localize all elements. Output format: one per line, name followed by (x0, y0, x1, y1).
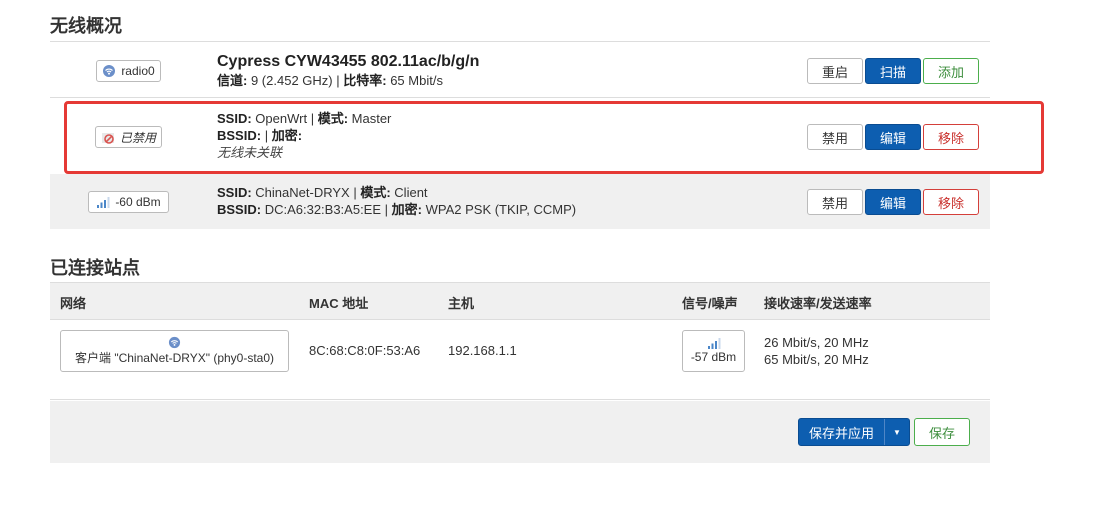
station-mac: 8C:68:C8:0F:53:A6 (309, 343, 421, 358)
table-row: 客户端 "ChinaNet-DRYX" (phy0-sta0) 8C:68:C8… (50, 320, 990, 400)
signal-bars-icon (96, 195, 110, 209)
station-rates: 26 Mbit/s, 20 MHz 65 Mbit/s, 20 MHz (764, 334, 869, 368)
save-apply-group: 保存并应用 ▼ (798, 418, 910, 446)
save-apply-dropdown-icon[interactable]: ▼ (885, 419, 909, 445)
bitrate-value: 65 Mbit/s (390, 73, 443, 88)
radio-badge-label: radio0 (121, 64, 155, 78)
col-signal: 信号/噪声 (682, 296, 738, 311)
station-tx-rate: 65 Mbit/s, 20 MHz (764, 352, 869, 367)
wireless-overview-panel: radio0 Cypress CYW43455 802.11ac/b/g/n 信… (50, 41, 990, 229)
station-network-badge: 客户端 "ChinaNet-DRYX" (phy0-sta0) (60, 330, 289, 372)
station-host: 192.168.1.1 (448, 343, 517, 358)
wifi-radio-icon (61, 336, 288, 349)
mode-value: Client (394, 185, 428, 200)
channel-label: 信道: (217, 73, 248, 88)
col-host: 主机 (448, 296, 475, 311)
enc-label: 加密: (391, 202, 422, 217)
signal-badge: -60 dBm (88, 191, 169, 213)
network-info-chinanet: SSID: ChinaNet-DRYX | 模式: Client BSSID: … (217, 185, 577, 217)
channel-value: 9 (2.452 GHz) (250, 73, 333, 88)
col-rate: 接收速率/发送速率 (764, 296, 872, 311)
wifi-radio-icon (102, 64, 116, 78)
radio-row: radio0 Cypress CYW43455 802.11ac/b/g/n 信… (50, 42, 990, 98)
radio-info: Cypress CYW43455 802.11ac/b/g/n 信道: 9 (2… (217, 53, 480, 88)
signal-badge-label: -60 dBm (115, 195, 161, 209)
remove-button[interactable]: 移除 (923, 189, 979, 215)
station-network-label: 客户端 "ChinaNet-DRYX" (phy0-sta0) (74, 351, 275, 365)
save-apply-button[interactable]: 保存并应用 (799, 419, 885, 445)
form-actions: 保存并应用 ▼ 保存 (50, 401, 990, 463)
station-signal-label: -57 dBm (690, 350, 737, 364)
edit-button[interactable]: 编辑 (865, 189, 921, 215)
add-button[interactable]: 添加 (923, 58, 979, 84)
bitrate-label: 比特率: (343, 73, 387, 88)
col-mac: MAC 地址 (309, 296, 369, 311)
bssid-value: DC:A6:32:B3:A5:EE (264, 202, 382, 217)
connected-stations-title: 已连接站点 (50, 258, 140, 278)
station-rx-rate: 26 Mbit/s, 20 MHz (764, 335, 869, 350)
save-button[interactable]: 保存 (914, 418, 970, 446)
disable-button[interactable]: 禁用 (807, 189, 863, 215)
highlight-box (64, 101, 1044, 174)
col-network: 网络 (60, 296, 87, 311)
ssid-value: ChinaNet-DRYX (255, 185, 350, 200)
bssid-label: BSSID: (217, 202, 262, 217)
wireless-overview-title: 无线概况 (50, 16, 122, 36)
mode-label: 模式: (360, 185, 391, 200)
scan-button[interactable]: 扫描 (865, 58, 921, 84)
restart-button[interactable]: 重启 (807, 58, 863, 84)
ssid-label: SSID: (217, 185, 252, 200)
station-signal-badge: -57 dBm (682, 330, 745, 372)
radio-name: Cypress CYW43455 802.11ac/b/g/n (217, 53, 480, 70)
signal-bars-icon (683, 336, 744, 350)
enc-value: WPA2 PSK (TKIP, CCMP) (425, 202, 577, 217)
radio-badge: radio0 (96, 60, 161, 82)
network-row-chinanet: -60 dBm SSID: ChinaNet-DRYX | 模式: Client… (50, 174, 990, 229)
